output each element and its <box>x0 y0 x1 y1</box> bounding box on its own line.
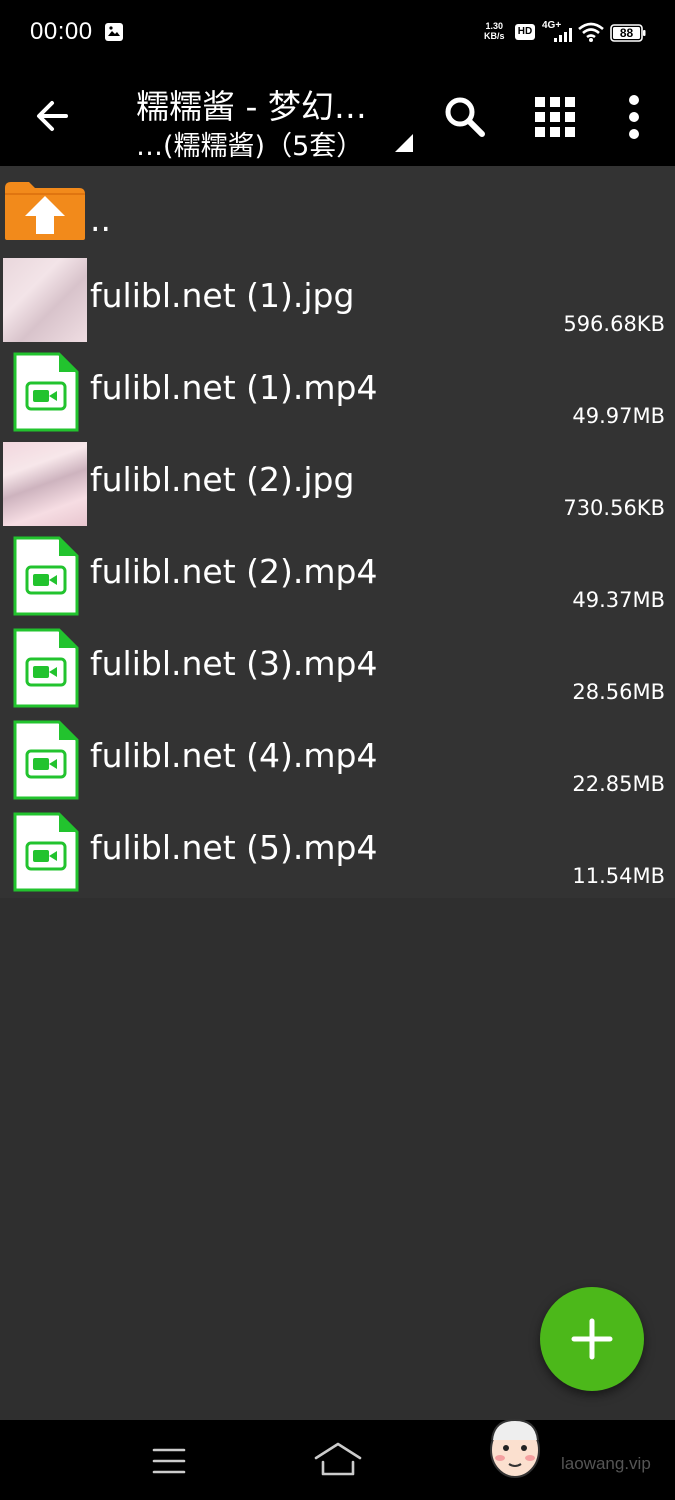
back-arrow-icon[interactable] <box>26 88 82 144</box>
folder-up-icon <box>5 182 85 240</box>
file-row[interactable]: fulibl.net (5).mp4 11.54MB <box>0 806 675 898</box>
file-row[interactable]: fulibl.net (1).jpg 596.68KB <box>0 254 675 346</box>
network-speed: 1.30 KB/s <box>484 21 505 41</box>
plus-icon <box>571 1318 613 1360</box>
battery-icon: 88 <box>610 24 646 42</box>
battery-level: 88 <box>619 26 634 40</box>
add-button[interactable] <box>540 1287 644 1391</box>
parent-folder-row[interactable]: .. <box>0 166 675 254</box>
video-file-icon <box>13 812 79 892</box>
system-nav-bar: laowang.vip <box>0 1418 675 1500</box>
file-size: 730.56KB <box>563 496 665 520</box>
file-list: .. fulibl.net (1).jpg 596.68KB fulibl.ne… <box>0 166 675 898</box>
hd-badge: HD <box>515 24 535 40</box>
file-size: 49.97MB <box>572 404 665 428</box>
network-speed-unit: KB/s <box>484 31 505 41</box>
image-thumbnail <box>3 258 87 342</box>
file-name: fulibl.net (3).mp4 <box>90 644 378 683</box>
file-row[interactable]: fulibl.net (2).mp4 49.37MB <box>0 530 675 622</box>
image-thumbnail <box>3 442 87 526</box>
file-name: fulibl.net (2).jpg <box>90 460 355 499</box>
mascot-avatar-icon <box>490 1418 540 1478</box>
video-file-icon <box>13 536 79 616</box>
video-file-icon <box>13 628 79 708</box>
status-time: 00:00 <box>30 18 93 45</box>
file-list-area: .. fulibl.net (1).jpg 596.68KB fulibl.ne… <box>0 166 675 1420</box>
wifi-icon <box>578 22 604 42</box>
file-row[interactable]: fulibl.net (1).mp4 49.97MB <box>0 346 675 438</box>
file-size: 28.56MB <box>572 680 665 704</box>
file-size: 49.37MB <box>572 588 665 612</box>
file-size: 596.68KB <box>563 312 665 336</box>
file-row[interactable]: fulibl.net (2).jpg 730.56KB <box>0 438 675 530</box>
video-file-icon <box>13 720 79 800</box>
video-file-icon <box>13 352 79 432</box>
file-name: fulibl.net (2).mp4 <box>90 552 378 591</box>
folder-title[interactable]: 糯糯酱 - 梦幻… <box>136 80 367 128</box>
app-toolbar: 糯糯酱 - 梦幻… …(糯糯酱)（5套） <box>0 64 675 166</box>
file-size: 11.54MB <box>572 864 665 888</box>
status-bar: 00:00 1.30 KB/s HD 4G+ 88 <box>0 0 675 64</box>
cellular-signal-icon: 4G+ <box>542 20 574 42</box>
gallery-notification-icon <box>105 23 123 41</box>
file-name: fulibl.net (4).mp4 <box>90 736 378 775</box>
file-size: 22.85MB <box>572 772 665 796</box>
file-row[interactable]: fulibl.net (3).mp4 28.56MB <box>0 622 675 714</box>
folder-subtitle[interactable]: …(糯糯酱)（5套） <box>136 124 363 163</box>
grid-view-icon[interactable] <box>532 94 578 140</box>
file-name: fulibl.net (1).mp4 <box>90 368 378 407</box>
network-speed-value: 1.30 <box>485 21 504 31</box>
search-icon[interactable] <box>440 92 490 142</box>
watermark-text: laowang.vip <box>561 1454 651 1473</box>
file-name: .. <box>90 200 111 239</box>
file-name: fulibl.net (5).mp4 <box>90 828 378 867</box>
dropdown-triangle-icon[interactable] <box>393 132 415 154</box>
file-row[interactable]: fulibl.net (4).mp4 22.85MB <box>0 714 675 806</box>
more-options-icon[interactable] <box>614 92 654 142</box>
menu-icon[interactable] <box>150 1444 188 1478</box>
file-name: fulibl.net (1).jpg <box>90 276 355 315</box>
home-icon[interactable] <box>312 1440 364 1480</box>
